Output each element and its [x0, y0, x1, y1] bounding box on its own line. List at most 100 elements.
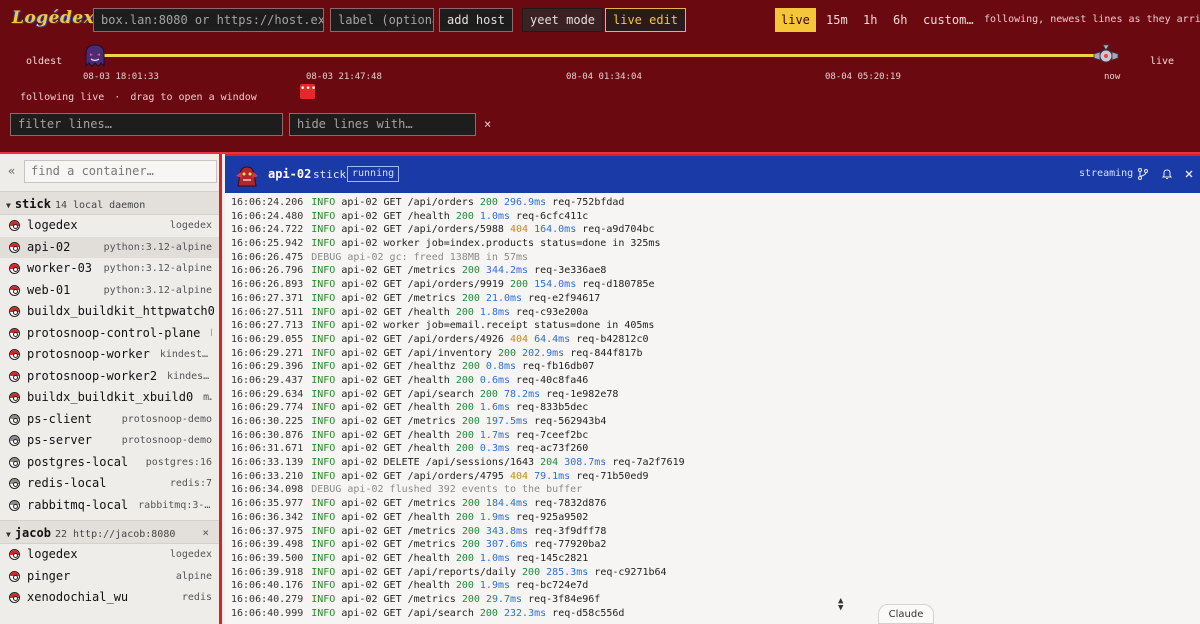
log-line[interactable]: 16:06:27.511 INFO api-02 GET /health 200 …	[225, 306, 1200, 320]
remove-host-button[interactable]: ×	[202, 521, 209, 545]
log-line[interactable]: 16:06:40.279 INFO api-02 GET /metrics 200…	[225, 593, 1200, 607]
yeet-mode-button[interactable]: yeet mode	[522, 8, 604, 32]
claude-tab[interactable]: Claude	[878, 604, 934, 624]
log-line[interactable]: 16:06:40.999 INFO api-02 GET /api/search …	[225, 607, 1200, 621]
hide-lines-input[interactable]: hide lines with…	[289, 113, 476, 136]
container-list-item[interactable]: buildx_buildkit_httpwatch0m…	[0, 301, 219, 323]
host-group-header[interactable]: ▼ jacob 22 http://jacob:8080 ×	[0, 520, 219, 544]
log-line[interactable]: 16:06:40.176 INFO api-02 GET /health 200 …	[225, 579, 1200, 593]
request-path: /metrics	[407, 416, 456, 427]
log-line[interactable]: 16:06:31.671 INFO api-02 GET /health 200 …	[225, 442, 1200, 456]
duration: 232.3ms	[503, 607, 547, 619]
clear-filters-button[interactable]: ×	[484, 117, 491, 131]
log-line[interactable]: 16:06:29.437 INFO api-02 GET /health 200 …	[225, 374, 1200, 388]
log-service: api-02	[341, 347, 378, 359]
expand-triangle-icon[interactable]: ▼	[6, 201, 11, 210]
status-badge: running	[347, 166, 400, 182]
log-line[interactable]: 16:06:35.977 INFO api-02 GET /metrics 200…	[225, 497, 1200, 511]
branch-icon[interactable]	[1137, 168, 1149, 180]
container-list-item[interactable]: logedex logedex	[0, 544, 219, 566]
log-line[interactable]: 16:06:29.396 INFO api-02 GET /healthz 200…	[225, 360, 1200, 374]
range-custom-button[interactable]: custom…	[917, 8, 980, 32]
container-list-item[interactable]: rabbitmq-local rabbitmq:3-man…	[0, 495, 219, 517]
container-list-item[interactable]: buildx_buildkit_xbuild0 moby…	[0, 387, 219, 409]
log-line[interactable]: 16:06:29.634 INFO api-02 GET /api/search …	[225, 388, 1200, 402]
live-sprite-icon[interactable]	[1092, 42, 1120, 70]
log-line[interactable]: 16:06:29.774 INFO api-02 GET /health 200 …	[225, 401, 1200, 415]
log-line[interactable]: 16:06:37.975 INFO api-02 GET /metrics 200…	[225, 525, 1200, 539]
log-service: api-02	[341, 470, 378, 482]
log-line[interactable]: 16:06:33.139 INFO api-02 DELETE /api/sess…	[225, 456, 1200, 470]
scroll-arrows-icon[interactable]: ▲ ▼	[838, 597, 843, 613]
timeline-event-marker[interactable]: •••	[300, 84, 316, 99]
container-list-item[interactable]: protosnoop-worker kindest/nod…	[0, 344, 219, 366]
log-service: api-02	[341, 306, 378, 318]
label-input[interactable]: label (optional)	[330, 8, 434, 32]
request-id: req-c93e200a	[516, 306, 589, 318]
container-image: postgres:16	[145, 456, 212, 468]
status-code: 200	[455, 210, 474, 222]
log-level: INFO	[311, 443, 336, 455]
container-list-item[interactable]: ps-client protosnoop-demo	[0, 409, 219, 431]
log-line[interactable]: 16:06:30.225 INFO api-02 GET /metrics 200…	[225, 415, 1200, 429]
container-list-item[interactable]: protosnoop-worker2 kindest/n…	[0, 366, 219, 388]
container-list-item[interactable]: web-01 python:3.12-alpine	[0, 280, 219, 302]
log-line[interactable]: 16:06:26.475 DEBUG api-02 gc: freed 138MB…	[225, 251, 1200, 265]
request-id: req-7832d876	[534, 498, 607, 510]
log-line[interactable]: 16:06:39.500 INFO api-02 GET /health 200 …	[225, 552, 1200, 566]
container-list-item[interactable]: xenodochial_wu redis	[0, 587, 219, 609]
range-live-button[interactable]: live	[775, 8, 816, 32]
expand-triangle-icon[interactable]: ▼	[6, 530, 11, 539]
duration: 1.0ms	[479, 552, 511, 564]
timeline-track[interactable]	[95, 54, 1108, 57]
streaming-toggle[interactable]: streaming	[1079, 168, 1133, 179]
log-line[interactable]: 16:06:30.876 INFO api-02 GET /health 200 …	[225, 429, 1200, 443]
log-line[interactable]: 16:06:24.722 INFO api-02 GET /api/orders/…	[225, 223, 1200, 237]
host-input[interactable]: box.lan:8080 or https://host.example	[93, 8, 324, 32]
log-line[interactable]: 16:06:27.371 INFO api-02 GET /metrics 200…	[225, 292, 1200, 306]
log-level: INFO	[311, 306, 336, 318]
request-path: /api/orders/9919	[407, 279, 504, 291]
container-list-item[interactable]: protosnoop-control-planekin…	[0, 323, 219, 345]
log-line[interactable]: 16:06:33.210 INFO api-02 GET /api/orders/…	[225, 470, 1200, 484]
log-line[interactable]: 16:06:26.796 INFO api-02 GET /metrics 200…	[225, 264, 1200, 278]
container-list-item[interactable]: ps-server protosnoop-demo	[0, 430, 219, 452]
duration: 78.2ms	[503, 388, 541, 400]
log-line[interactable]: 16:06:39.918 INFO api-02 GET /api/reports…	[225, 566, 1200, 580]
live-edit-button[interactable]: live edit	[605, 8, 687, 32]
add-host-button[interactable]: add host	[439, 8, 513, 32]
host-group-header[interactable]: ▼ stick 14 local daemon	[0, 191, 219, 215]
filter-lines-input[interactable]: filter lines…	[10, 113, 283, 136]
range-1h-button[interactable]: 1h	[857, 8, 883, 32]
container-list-item[interactable]: pinger alpine	[0, 566, 219, 588]
app-logo[interactable]: Logédex	[12, 8, 94, 28]
range-15m-button[interactable]: 15m	[820, 8, 854, 32]
container-image: redis	[181, 592, 212, 603]
range-6h-button[interactable]: 6h	[887, 8, 913, 32]
log-line[interactable]: 16:06:39.498 INFO api-02 GET /metrics 200…	[225, 538, 1200, 552]
status-code: 200	[479, 388, 498, 400]
ghost-sprite-icon[interactable]	[82, 42, 108, 68]
status-code: 200	[461, 361, 480, 373]
container-list-item[interactable]: redis-local redis:7	[0, 473, 219, 495]
container-list-item[interactable]: logedex logedex	[0, 215, 219, 237]
container-list-item[interactable]: api-02 python:3.12-alpine	[0, 236, 219, 258]
collapse-sidebar-button[interactable]: «	[8, 164, 15, 178]
log-line[interactable]: 16:06:24.206 INFO api-02 GET /api/orders …	[225, 196, 1200, 210]
log-line[interactable]: 16:06:36.342 INFO api-02 GET /health 200 …	[225, 511, 1200, 525]
log-line[interactable]: 16:06:26.893 INFO api-02 GET /api/orders/…	[225, 278, 1200, 292]
container-list-item[interactable]: worker-03 python:3.12-alpine	[0, 258, 219, 280]
container-search-input[interactable]: find a container…	[24, 160, 217, 183]
log-line[interactable]: 16:06:29.055 INFO api-02 GET /api/orders/…	[225, 333, 1200, 347]
log-line[interactable]: 16:06:29.271 INFO api-02 GET /api/invento…	[225, 347, 1200, 361]
log-line[interactable]: 16:06:25.942 INFO api-02 worker job=index…	[225, 237, 1200, 251]
running-pokeball-icon	[9, 327, 20, 339]
log-line[interactable]: 16:06:34.098 DEBUG api-02 flushed 392 eve…	[225, 483, 1200, 497]
log-line[interactable]: 16:06:27.713 INFO api-02 worker job=email…	[225, 319, 1200, 333]
log-view[interactable]: 16:06:24.206 INFO api-02 GET /api/orders …	[225, 193, 1200, 624]
close-pane-icon[interactable]	[1183, 168, 1195, 180]
container-list-item[interactable]: postgres-local postgres:16	[0, 452, 219, 474]
log-line[interactable]: 16:06:24.480 INFO api-02 GET /health 200 …	[225, 210, 1200, 224]
log-level: INFO	[311, 347, 336, 359]
bell-icon[interactable]	[1161, 168, 1173, 180]
